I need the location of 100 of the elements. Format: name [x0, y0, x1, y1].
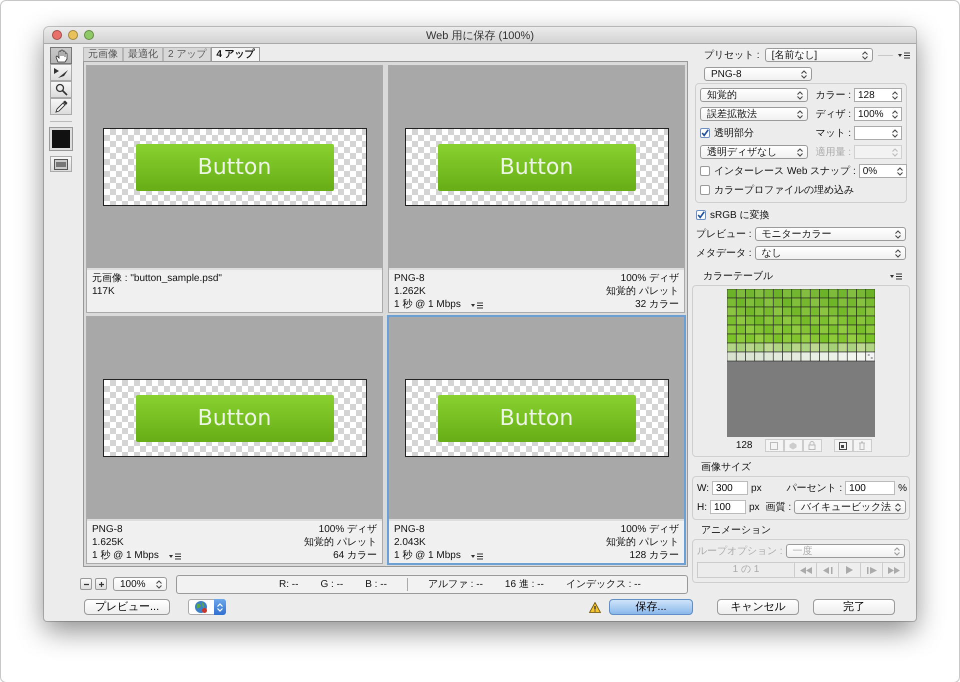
checkmark-icon: [701, 128, 709, 138]
metadata-label: メタデータ :: [696, 247, 752, 260]
zoom-out-button[interactable]: [80, 578, 92, 590]
pane-info-text: 1 秒 @ 1 Mbps: [92, 549, 159, 562]
updown-arrow-icon: [896, 166, 903, 176]
view-tab[interactable]: 4 アップ: [211, 47, 260, 61]
matte-field[interactable]: [854, 126, 902, 140]
preview-button[interactable]: プレビュー...: [84, 599, 170, 615]
button-graphic-text: Button: [500, 154, 574, 180]
updown-arrow-icon: [892, 148, 898, 156]
updown-arrow-icon: [797, 90, 803, 100]
pane-info-text: 1 秒 @ 1 Mbps: [394, 549, 461, 562]
pane-info-text: 知覚的 パレット: [606, 536, 679, 549]
quality-label: 画質 :: [766, 500, 792, 514]
colors-label: カラー :: [814, 89, 851, 102]
height-field[interactable]: 100: [710, 500, 746, 514]
quality-select[interactable]: バイキュービック法: [794, 500, 906, 514]
dither-algorithm-select[interactable]: 誤差拡散法: [700, 107, 808, 121]
plus-icon: [98, 580, 104, 588]
percent-field[interactable]: 100: [845, 481, 896, 495]
checkbox[interactable]: [700, 166, 710, 176]
pane-info-text: 64 カラー: [333, 549, 377, 562]
hand-tool[interactable]: [50, 47, 72, 64]
pane-info-text: 117K: [92, 285, 115, 298]
window-title: Web 用に保存 (100%): [426, 28, 534, 42]
close-button[interactable]: [52, 30, 62, 40]
color-count: 128: [734, 440, 752, 451]
transparency-dither-select[interactable]: 透明ディザなし: [700, 145, 808, 159]
menu-icon[interactable]: [890, 272, 902, 280]
reduction-select[interactable]: 知覚的: [700, 88, 808, 102]
zoom-button[interactable]: [84, 30, 94, 40]
updown-arrow-icon: [895, 502, 902, 512]
checkbox[interactable]: [700, 128, 710, 138]
warning-icon: [589, 602, 601, 612]
updown-arrow-icon: [892, 128, 898, 138]
dither-label: ディザ :: [814, 108, 851, 121]
view-tab[interactable]: 2 アップ: [163, 47, 212, 61]
preview-pane[interactable]: Button 元画像 : "button_sample.psd" 117K: [86, 65, 383, 313]
eyedropper-tool[interactable]: [50, 98, 72, 115]
checkbox[interactable]: [700, 185, 710, 195]
slice-visibility-button[interactable]: [50, 156, 72, 172]
updown-arrow-icon: [895, 230, 901, 238]
web-snap-field[interactable]: 0%: [858, 164, 907, 178]
width-field[interactable]: 300: [712, 481, 748, 495]
menu-icon[interactable]: [168, 552, 181, 560]
menu-icon[interactable]: [470, 552, 483, 560]
color-swatch-icon[interactable]: [50, 128, 72, 150]
zoom-tool[interactable]: [50, 81, 72, 98]
button-graphic-text: Button: [198, 154, 272, 180]
format-select[interactable]: PNG-8: [704, 67, 812, 81]
preset-select[interactable]: [名前なし]: [764, 48, 873, 62]
web-snap-label: Web スナップ :: [787, 164, 856, 178]
checkbox[interactable]: [696, 210, 706, 220]
pane-info-text: 1.625K: [92, 536, 124, 549]
pane-info-text: PNG-8: [394, 272, 425, 285]
updown-arrow-icon: [892, 110, 898, 118]
fast-forward-icon: [888, 566, 900, 574]
color-table-drawing[interactable]: [727, 289, 875, 437]
view-tab[interactable]: 最適化: [123, 47, 163, 61]
updown-arrow-icon: [797, 148, 803, 156]
checkbox-label: カラープロファイルの埋め込み: [714, 184, 854, 197]
preview-pane[interactable]: Button PNG-8 1.625K 1 秒 @ 1 Mbps 100% ディザ 知覚的 パレット 64 カラー: [86, 316, 383, 564]
preview-pane[interactable]: Button PNG-8 1.262K 1 秒 @ 1 Mbps 100% ディザ 知覚的 パレット 32 カラー: [388, 65, 685, 313]
slice-select-tool[interactable]: [50, 64, 72, 81]
minimize-button[interactable]: [68, 30, 78, 40]
menu-icon[interactable]: [898, 51, 910, 59]
done-button[interactable]: 完了: [813, 599, 895, 615]
cube-icon: [789, 442, 797, 450]
zoom-in-button[interactable]: [95, 578, 107, 590]
browser-select[interactable]: [188, 599, 226, 615]
unit-label: px: [749, 502, 760, 512]
menu-icon[interactable]: [470, 300, 483, 308]
stepper-arrows-icon[interactable]: [214, 599, 226, 615]
save-button[interactable]: 保存...: [609, 599, 693, 615]
cancel-button[interactable]: キャンセル: [717, 599, 799, 615]
pixel-info-text: インデックス : --: [566, 578, 641, 591]
percent-unit-label: %: [898, 482, 906, 494]
dither-field[interactable]: 100%: [854, 107, 902, 121]
metadata-select[interactable]: なし: [754, 246, 906, 260]
pixel-info-text: B : --: [365, 578, 387, 590]
new-color-button[interactable]: [834, 439, 852, 452]
preview-select[interactable]: モニターカラー: [754, 227, 906, 241]
view-tab[interactable]: 元画像: [83, 47, 123, 61]
checkmark-icon: [697, 210, 705, 220]
globe-icon: [194, 600, 208, 614]
checkbox-label: 透明部分: [714, 126, 754, 140]
preview-pane[interactable]: Button PNG-8 2.043K 1 秒 @ 1 Mbps 100% ディザ 知覚的 パレット 128 カラー: [387, 315, 686, 565]
panel-title: 画像サイズ: [700, 461, 752, 474]
updown-arrow-icon: [892, 90, 898, 100]
pane-info-text: 100% ディザ: [620, 523, 679, 536]
slices-icon: [54, 158, 68, 170]
amount-field[interactable]: [854, 145, 902, 159]
zoom-select[interactable]: 100%: [113, 577, 167, 591]
eyedropper-icon: [54, 100, 68, 113]
button-graphic-text: Button: [500, 406, 574, 430]
updown-arrow-icon: [894, 546, 900, 556]
colors-field[interactable]: 128: [854, 88, 902, 102]
updown-arrow-icon: [862, 50, 868, 60]
frame-counter: 1 の 1: [732, 563, 760, 577]
checkbox-label: sRGB に変換: [710, 208, 770, 222]
